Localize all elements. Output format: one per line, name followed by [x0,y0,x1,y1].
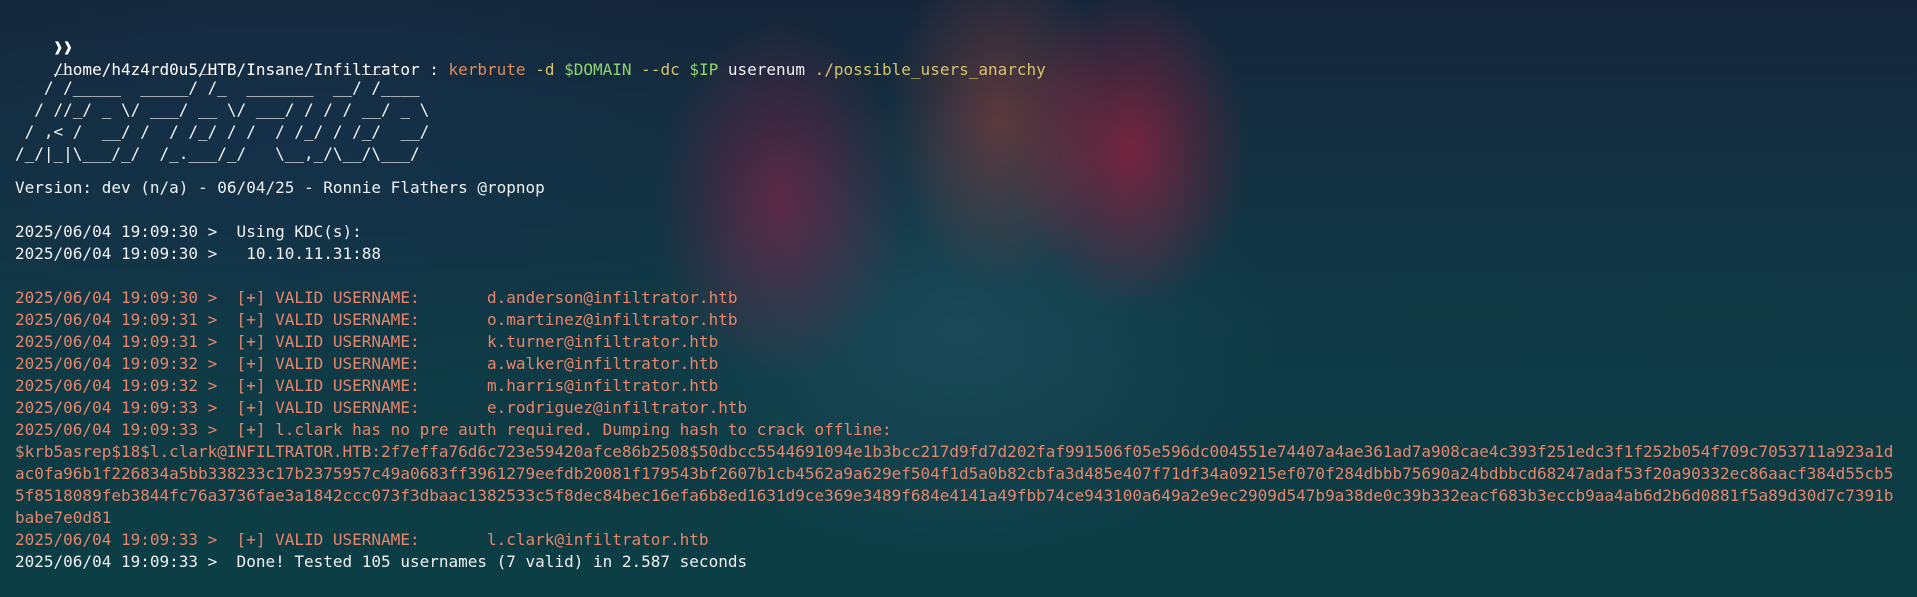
valid-username-line: 2025/06/04 19:09:32 > [+] VALID USERNAME… [15,354,719,373]
valid-username-line: 2025/06/04 19:09:31 > [+] VALID USERNAME… [15,332,719,351]
kdc-address-line: 2025/06/04 19:09:30 > 10.10.11.31:88 [15,244,382,263]
ip-variable: $IP [689,60,719,79]
subcommand: userenum [727,60,805,79]
kdc-line: 2025/06/04 19:09:30 > Using KDC(s): [15,222,362,241]
domain-flag: -d [535,60,555,79]
dc-flag: --dc [641,60,680,79]
summary-line: 2025/06/04 19:09:33 > Done! Tested 105 u… [15,552,748,571]
valid-username-line: 2025/06/04 19:09:30 > [+] VALID USERNAME… [15,288,738,307]
terminal-window[interactable]: ❱❱ /home/h4z4rd0u5/HTB/Insane/Infiltrato… [0,0,1917,573]
valid-username-line: 2025/06/04 19:09:32 > [+] VALID USERNAME… [15,376,719,395]
command-prompt-line: ❱❱ /home/h4z4rd0u5/HTB/Insane/Infiltrato… [15,15,1902,79]
asrep-notice-line: 2025/06/04 19:09:33 > [+] l.clark has no… [15,420,892,439]
valid-username-line: 2025/06/04 19:09:31 > [+] VALID USERNAME… [15,310,738,329]
command-name: kerbrute [448,60,526,79]
wordlist-file: ./possible_users_anarchy [814,60,1046,79]
valid-username-line: 2025/06/04 19:09:33 > [+] VALID USERNAME… [15,530,709,549]
domain-variable: $DOMAIN [564,60,632,79]
valid-username-line: 2025/06/04 19:09:33 > [+] VALID USERNAME… [15,398,748,417]
version-line: Version: dev (n/a) - 06/04/25 - Ronnie F… [15,178,545,197]
asrep-hash[interactable]: $krb5asrep$18$l.clark@INFILTRATOR.HTB:2f… [15,441,1903,529]
